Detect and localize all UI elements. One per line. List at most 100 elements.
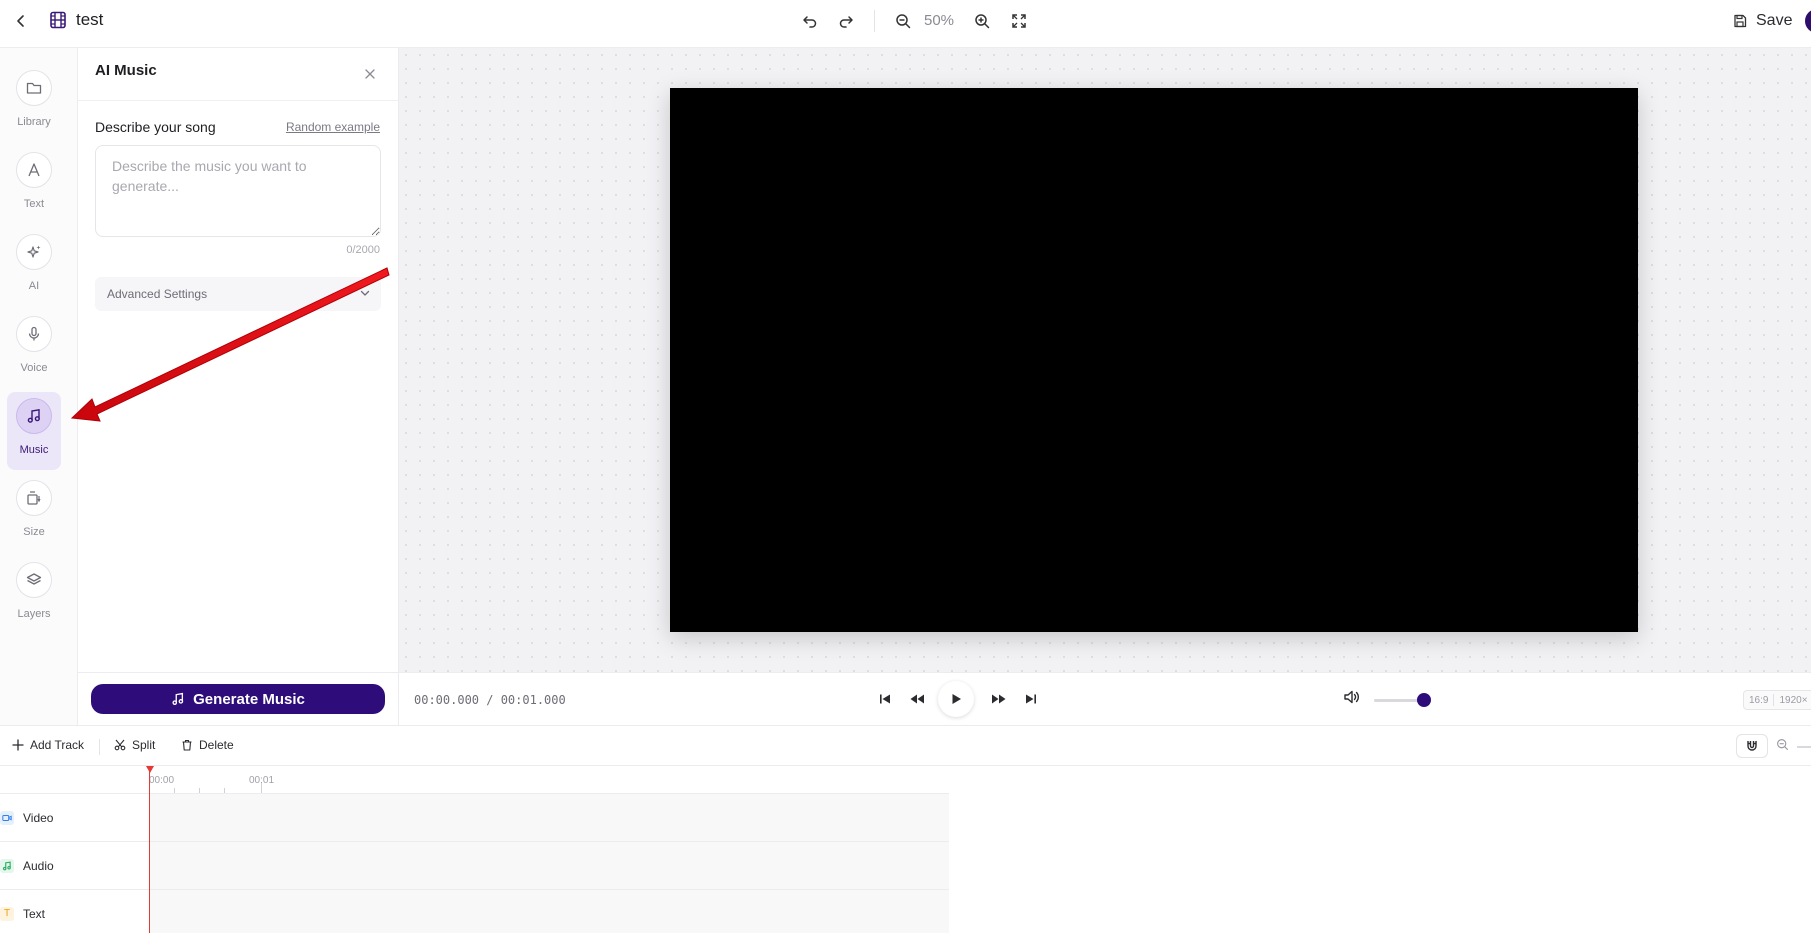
sidebar-item-ai[interactable]: AI — [7, 228, 61, 306]
plus-icon — [12, 739, 24, 751]
fast-forward-icon — [992, 694, 1006, 704]
close-panel-button[interactable] — [361, 65, 379, 83]
zoom-out-button[interactable] — [891, 9, 915, 33]
expand-icon — [1012, 14, 1026, 28]
save-label: Save — [1756, 12, 1793, 29]
film-icon — [49, 11, 67, 29]
skip-end-icon — [1026, 694, 1036, 704]
volume-slider-thumb[interactable] — [1417, 693, 1432, 707]
track-name: Video — [23, 810, 54, 825]
undo-icon — [803, 16, 817, 28]
sidebar-item-label: Library — [17, 116, 51, 128]
redo-icon — [839, 16, 853, 28]
skip-start-icon — [880, 694, 890, 704]
rewind-icon — [910, 694, 924, 704]
save-icon — [1734, 14, 1747, 28]
toolbar-divider — [874, 10, 875, 32]
play-icon — [952, 694, 961, 704]
sidebar-item-library[interactable]: Library — [7, 64, 61, 142]
timecode: 00:00.000 / 00:01.000 — [414, 693, 566, 707]
video-preview-frame[interactable] — [670, 88, 1638, 632]
play-button[interactable] — [938, 681, 974, 717]
zoom-out-icon — [896, 14, 911, 29]
volume-button[interactable] — [1343, 689, 1361, 705]
top-bar: test 50% Save — [0, 0, 1811, 48]
zoom-in-button[interactable] — [970, 9, 994, 33]
sidebar-item-label: AI — [28, 280, 40, 292]
random-example-link[interactable]: Random example — [286, 120, 380, 134]
generate-music-button[interactable]: Generate Music — [91, 684, 385, 714]
panel-title: AI Music — [95, 62, 157, 79]
magnet-icon — [1747, 741, 1757, 751]
delete-button[interactable]: Delete — [181, 738, 234, 752]
tick-label: 00:00 — [149, 775, 175, 786]
track-name: Audio — [23, 858, 54, 873]
aspect-ratio-selector[interactable]: 16:9 1920× — [1743, 690, 1811, 710]
sidebar-item-size[interactable]: Size — [7, 474, 61, 552]
resize-icon — [27, 491, 41, 505]
chevron-left-icon — [17, 15, 24, 27]
skip-to-start-button[interactable] — [874, 688, 896, 710]
advanced-settings-label: Advanced Settings — [107, 287, 208, 301]
sidebar-item-label: Music — [19, 444, 49, 456]
video-camera-icon — [0, 810, 14, 825]
sidebar-item-label: Size — [23, 526, 45, 538]
timeline: 00:00 00:01 Video Audio T Text — [0, 766, 1811, 933]
track-lane-video[interactable] — [149, 794, 949, 841]
sidebar-item-label: Text — [23, 198, 45, 210]
delete-label: Delete — [199, 738, 234, 752]
redo-button[interactable] — [834, 9, 858, 33]
timeline-toolbar: Add Track Split Delete — [0, 725, 1811, 766]
track-row-video: Video — [0, 794, 949, 842]
playhead-handle[interactable] — [146, 766, 154, 773]
music-note-icon — [27, 408, 40, 423]
sidebar-item-label: Layers — [17, 608, 51, 620]
split-label: Split — [132, 738, 156, 752]
sparkle-icon — [27, 245, 41, 258]
sidebar-item-label: Voice — [20, 362, 48, 374]
advanced-settings-toggle[interactable]: Advanced Settings — [95, 277, 381, 311]
timeline-zoom-slider[interactable] — [1797, 746, 1811, 748]
zoom-level: 50% — [924, 12, 955, 29]
microphone-icon — [28, 326, 40, 341]
sidebar-item-voice[interactable]: Voice — [7, 310, 61, 388]
song-description-label: Describe your song — [95, 119, 216, 135]
track-label-audio[interactable]: Audio — [0, 842, 149, 889]
add-track-button[interactable]: Add Track — [12, 738, 84, 752]
trash-icon — [182, 739, 192, 751]
text-icon — [28, 163, 40, 177]
resolution-value: 1920× — [1779, 694, 1808, 706]
undo-button[interactable] — [798, 9, 822, 33]
timeline-zoom-out-button[interactable] — [1776, 738, 1789, 751]
fit-screen-button[interactable] — [1007, 9, 1031, 33]
skip-to-end-button[interactable] — [1020, 688, 1042, 710]
add-track-label: Add Track — [30, 738, 85, 752]
track-label-text[interactable]: T Text — [0, 890, 149, 933]
sidebar-item-text[interactable]: Text — [7, 146, 61, 224]
snap-toggle-button[interactable] — [1736, 734, 1768, 758]
playhead[interactable] — [149, 766, 150, 933]
text-t-icon: T — [0, 906, 14, 921]
save-button[interactable]: Save — [1733, 8, 1792, 34]
time-ruler[interactable]: 00:00 00:01 — [0, 766, 949, 794]
song-description-input[interactable] — [95, 145, 381, 237]
music-note-icon — [172, 692, 184, 705]
chevron-down-icon — [360, 290, 370, 296]
track-label-video[interactable]: Video — [0, 794, 149, 841]
back-button[interactable] — [10, 10, 32, 32]
sidebar-item-music[interactable]: Music — [7, 392, 61, 470]
project-title[interactable]: test — [76, 10, 103, 30]
sidebar-item-layers[interactable]: Layers — [7, 556, 61, 634]
avatar[interactable] — [1805, 9, 1811, 33]
zoom-out-icon — [1777, 739, 1789, 751]
volume-icon — [1344, 690, 1359, 704]
split-button[interactable]: Split — [114, 738, 155, 752]
track-lane-text[interactable] — [149, 890, 949, 933]
sidebar: Library Text AI Voice Music Size Layers — [0, 48, 78, 725]
rewind-button[interactable] — [906, 688, 928, 710]
scissors-icon — [114, 739, 126, 751]
fast-forward-button[interactable] — [988, 688, 1010, 710]
track-row-text: T Text — [0, 890, 949, 933]
track-lane-audio[interactable] — [149, 842, 949, 889]
close-icon — [365, 69, 375, 79]
